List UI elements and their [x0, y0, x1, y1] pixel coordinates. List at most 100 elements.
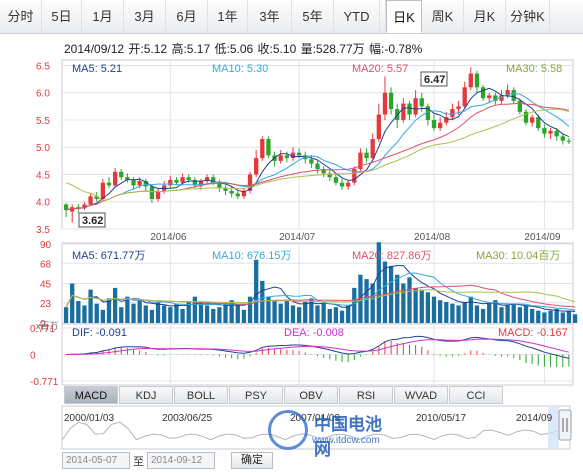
navigator-label: 2014/09: [516, 413, 553, 424]
end-date-input[interactable]: [147, 452, 215, 469]
volume-bar: [419, 289, 424, 323]
volume-tick-label: 68: [40, 259, 52, 270]
candle-body: [346, 182, 351, 187]
candle-body: [456, 106, 461, 110]
candle-body: [382, 92, 388, 115]
volume-bar: [339, 310, 345, 323]
candle-body: [266, 139, 271, 156]
legend-ma5: MA5: 5.21: [72, 63, 122, 75]
vol-legend-ma10: MA10: 676.15万: [212, 250, 292, 262]
navigator-label: 2000/01/03: [64, 413, 114, 424]
time-tick-label: 2014/08: [414, 232, 451, 243]
volume-bar: [284, 301, 289, 323]
volume-bar: [413, 287, 418, 323]
indicator-tab-boll[interactable]: BOLL: [174, 386, 228, 404]
candle-body: [229, 190, 234, 194]
volume-bar: [137, 300, 142, 323]
vol-legend-ma5: MA5: 671.77万: [72, 250, 145, 262]
indicator-tab-rsi[interactable]: RSI: [339, 386, 393, 404]
volume-bar: [88, 289, 93, 323]
candle-body: [131, 179, 136, 186]
volume-bar: [450, 303, 455, 323]
volume-bar: [106, 298, 112, 323]
time-tick-label: 2014/06: [150, 232, 187, 243]
candle-body: [401, 103, 406, 120]
candle-body: [511, 89, 516, 101]
macd-tick-label: -0.771: [30, 377, 59, 388]
volume-bar: [241, 309, 247, 323]
candle-body: [413, 98, 418, 115]
candle-body: [560, 136, 565, 141]
volume-bar: [174, 303, 179, 323]
time-tick-label: 2014/07: [279, 232, 316, 243]
candle-body: [566, 140, 572, 142]
indicator-tab-obv[interactable]: OBV: [284, 386, 338, 404]
price-tick-label: 3.5: [36, 225, 50, 236]
candle-body: [548, 130, 553, 134]
volume-tick-label: 90: [40, 240, 52, 251]
candle-body: [487, 95, 492, 99]
volume-bar: [82, 305, 87, 323]
volume-bar: [529, 308, 535, 323]
macd-tick-label: 0: [30, 351, 36, 362]
indicator-tab-wvad[interactable]: WVAD: [394, 386, 448, 404]
volume-bar: [235, 305, 240, 323]
candle-body: [278, 155, 283, 161]
low-annotation: 3.62: [78, 212, 106, 228]
date-range-row: 至 确定: [62, 452, 273, 469]
candle-body: [149, 186, 155, 200]
indicator-tab-macd[interactable]: MACD: [64, 386, 118, 404]
volume-bar: [94, 303, 99, 323]
volume-bar: [198, 303, 204, 323]
volume-bar: [278, 303, 283, 323]
volume-bar: [254, 259, 259, 323]
indicator-tab-psy[interactable]: PSY: [229, 386, 283, 404]
candle-body: [542, 128, 547, 134]
candle-body: [260, 139, 265, 159]
volume-bar: [143, 305, 148, 323]
indicator-tab-kdj[interactable]: KDJ: [119, 386, 173, 404]
volume-bar: [517, 307, 523, 323]
volume-bar: [192, 296, 197, 323]
volume-bar: [149, 309, 155, 323]
volume-bar: [260, 280, 265, 323]
volume-bar: [456, 305, 461, 323]
volume-bar: [70, 283, 75, 323]
candle-body: [370, 139, 375, 159]
candle-body: [376, 114, 381, 140]
volume-bar: [536, 310, 541, 323]
macd-scale-unit: x百万: [36, 321, 59, 331]
candle-body: [333, 177, 339, 183]
volume-bar: [100, 309, 106, 323]
indicator-tab-cci[interactable]: CCI: [449, 386, 503, 404]
volume-bar: [76, 301, 81, 323]
volume-bar: [382, 261, 388, 323]
volume-bar: [370, 283, 375, 323]
price-tick-label: 4.5: [36, 170, 50, 181]
navigator-handle[interactable]: [558, 409, 572, 441]
candle-body: [407, 103, 412, 115]
candle-body: [339, 182, 345, 187]
volume-bar: [438, 300, 443, 323]
price-tick-label: 5.5: [36, 116, 50, 127]
macd-legend-dif: DIF: -0.091: [72, 327, 127, 339]
confirm-button[interactable]: 确定: [231, 452, 273, 469]
volume-bar: [346, 305, 351, 323]
volume-tick-label: 23: [40, 299, 52, 310]
candle-body: [112, 171, 118, 186]
candle-body: [247, 174, 253, 191]
volume-bar: [431, 296, 437, 323]
volume-bar: [204, 305, 210, 323]
volume-bar: [352, 287, 357, 323]
time-tick-label: 2014/09: [524, 232, 561, 243]
high-annotation: 6.47: [420, 71, 448, 87]
watermark-logo-icon: [268, 410, 308, 450]
price-tick-label: 6.0: [36, 89, 50, 100]
candle-body: [517, 100, 523, 112]
candle-body: [431, 119, 437, 129]
volume-bar: [566, 310, 572, 323]
start-date-input[interactable]: [62, 452, 130, 469]
watermark-url: www.itdcw.com: [312, 435, 380, 446]
candle-body: [174, 179, 179, 183]
volume-bar: [327, 308, 332, 323]
